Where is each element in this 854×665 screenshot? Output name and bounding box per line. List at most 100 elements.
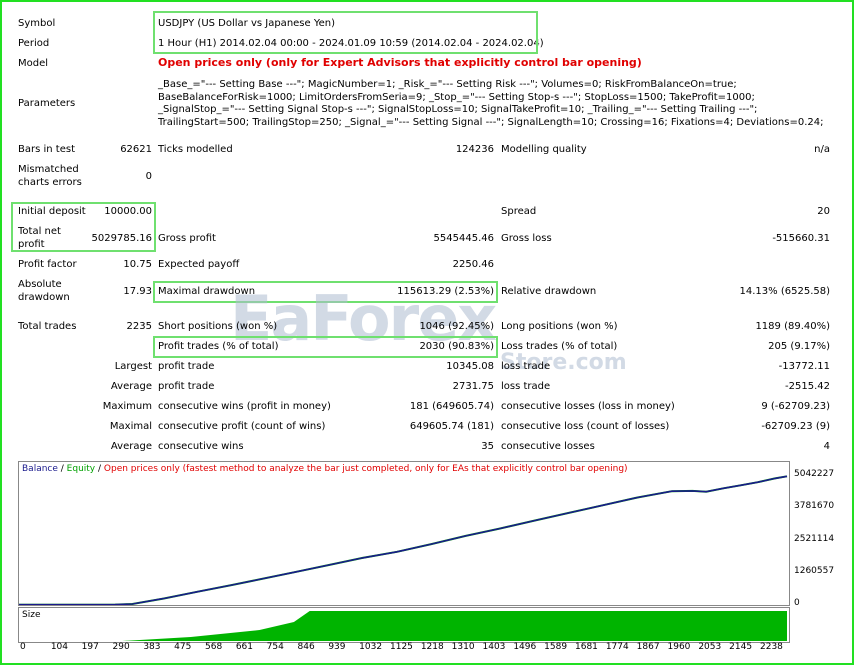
expected-payoff-label: Expected payoff <box>158 259 240 270</box>
spread-label: Spread <box>501 206 537 217</box>
modelling-quality-value: n/a <box>814 144 830 155</box>
average-profit-trade-value: 2731.75 <box>452 381 494 392</box>
x-tick-label: 1218 <box>420 642 444 652</box>
size-label: Size <box>22 610 41 620</box>
model-label: Model <box>18 58 49 69</box>
average-loss-trade-value: -2515.42 <box>785 381 830 392</box>
mismatched-value: 0 <box>145 171 152 182</box>
ticks-modelled-label: Ticks modelled <box>158 144 233 155</box>
x-tick-label: 2238 <box>760 642 783 652</box>
parameters-value: _Base_="--- Setting Base ---"; MagicNumb… <box>158 79 824 128</box>
maximum-label: Maximum <box>102 401 152 412</box>
y-tick-label: 3781670 <box>794 501 835 512</box>
consec-wins-label: consecutive wins <box>158 441 244 452</box>
absolute-drawdown-label-1: Absolute <box>18 279 62 290</box>
consec-profit-count-value: 649605.74 (181) <box>409 421 494 432</box>
consec-wins-money-value: 181 (649605.74) <box>409 401 494 412</box>
x-tick-label: 383 <box>143 642 161 652</box>
gross-profit-value: 5545445.46 <box>433 233 494 244</box>
maximal-label: Maximal <box>109 421 152 432</box>
x-tick-label: 1867 <box>636 642 660 652</box>
loss-trades-value: 205 (9.17%) <box>768 341 830 352</box>
highlight-maximal-drawdown <box>153 281 498 303</box>
model-value: Open prices only (only for Expert Adviso… <box>158 56 642 69</box>
total-trades-value: 2235 <box>126 321 152 332</box>
average-loss-trade-label: loss trade <box>501 381 551 392</box>
absolute-drawdown-value: 17.93 <box>123 286 152 297</box>
largest-profit-trade-value: 10345.08 <box>446 361 494 372</box>
x-tick-label: 475 <box>174 642 192 652</box>
relative-drawdown-label: Relative drawdown <box>501 286 597 297</box>
mismatched-label-2: charts errors <box>18 177 82 188</box>
largest-profit-trade-label: profit trade <box>158 361 215 372</box>
consec-loss-count-value: -62709.23 (9) <box>761 421 830 432</box>
relative-drawdown-value: 14.13% (6525.58) <box>739 286 830 297</box>
x-tick-label: 0 <box>20 642 26 652</box>
ticks-modelled-value: 124236 <box>455 144 494 155</box>
total-trades-label: Total trades <box>18 321 77 332</box>
highlight-deposit-profit <box>11 202 156 252</box>
balance-chart-svg <box>19 475 789 605</box>
x-tick-label: 2053 <box>698 642 722 652</box>
legend-note: Open prices only (fastest method to anal… <box>103 464 628 474</box>
legend-equity: Equity <box>66 464 96 474</box>
bars-in-test-value: 62621 <box>120 144 152 155</box>
x-tick-label: 197 <box>81 642 99 652</box>
x-tick-label: 1032 <box>359 642 383 652</box>
consec-losses-value: 4 <box>823 441 830 452</box>
short-positions-value: 1046 (92.45%) <box>419 321 494 332</box>
largest-loss-trade-label: loss trade <box>501 361 551 372</box>
consec-losses-label: consecutive losses <box>501 441 595 452</box>
consec-wins-value: 35 <box>481 441 494 452</box>
x-tick-label: 290 <box>112 642 130 652</box>
average-consec-label: Average <box>110 441 152 452</box>
highlight-symbol-period <box>153 11 538 54</box>
legend-sep2: / <box>95 464 104 474</box>
profit-factor-value: 10.75 <box>123 259 152 270</box>
x-tick-label: 661 <box>235 642 254 652</box>
x-tick-label: 1496 <box>513 642 537 652</box>
consec-losses-money-value: 9 (-62709.23) <box>761 401 830 412</box>
x-tick-label: 846 <box>297 642 315 652</box>
mismatched-label-1: Mismatched <box>18 164 79 175</box>
x-tick-label: 1774 <box>605 642 629 652</box>
gross-loss-label: Gross loss <box>501 233 552 244</box>
y-tick-label: 0 <box>794 598 800 608</box>
consec-wins-money-label: consecutive wins (profit in money) <box>158 401 331 412</box>
bars-in-test-label: Bars in test <box>18 144 75 155</box>
gross-profit-label: Gross profit <box>158 233 216 244</box>
x-tick-label: 939 <box>328 642 346 652</box>
legend-sep1: / <box>57 464 67 474</box>
loss-trades-label: Loss trades (% of total) <box>501 341 618 352</box>
x-tick-label: 2145 <box>729 642 753 652</box>
consec-losses-money-label: consecutive losses (loss in money) <box>501 401 675 412</box>
consec-loss-count-label: consecutive loss (count of losses) <box>501 421 670 432</box>
y-tick-label: 2521114 <box>794 533 835 544</box>
consec-profit-count-label: consecutive profit (count of wins) <box>158 421 326 432</box>
y-tick-label: 5042227 <box>794 469 835 479</box>
modelling-quality-label: Modelling quality <box>501 144 587 155</box>
symbol-label: Symbol <box>18 18 56 29</box>
parameters-label: Parameters <box>18 98 76 109</box>
long-positions-value: 1189 (89.40%) <box>755 321 830 332</box>
y-tick-label: 1260557 <box>794 565 835 576</box>
x-tick-label: 104 <box>50 642 69 652</box>
largest-loss-trade-value: -13772.11 <box>778 361 830 372</box>
x-tick-label: 568 <box>205 642 223 652</box>
profit-factor-label: Profit factor <box>18 259 77 270</box>
expected-payoff-value: 2250.46 <box>452 259 494 270</box>
highlight-profit-trades <box>153 336 498 358</box>
size-chart <box>18 607 790 643</box>
x-tick-label: 1589 <box>544 642 568 652</box>
average-profit-trade-label: profit trade <box>158 381 215 392</box>
x-tick-label: 754 <box>266 642 284 652</box>
spread-value: 20 <box>817 206 830 217</box>
absolute-drawdown-label-2: drawdown <box>18 292 70 303</box>
short-positions-label: Short positions (won %) <box>158 321 278 332</box>
x-tick-label: 1960 <box>667 642 691 652</box>
chart-legend: Balance / Equity / Open prices only (fas… <box>22 464 628 474</box>
largest-label: Largest <box>114 361 152 372</box>
x-tick-label: 1125 <box>390 642 413 652</box>
size-area <box>122 611 787 641</box>
gross-loss-value: -515660.31 <box>772 233 830 244</box>
